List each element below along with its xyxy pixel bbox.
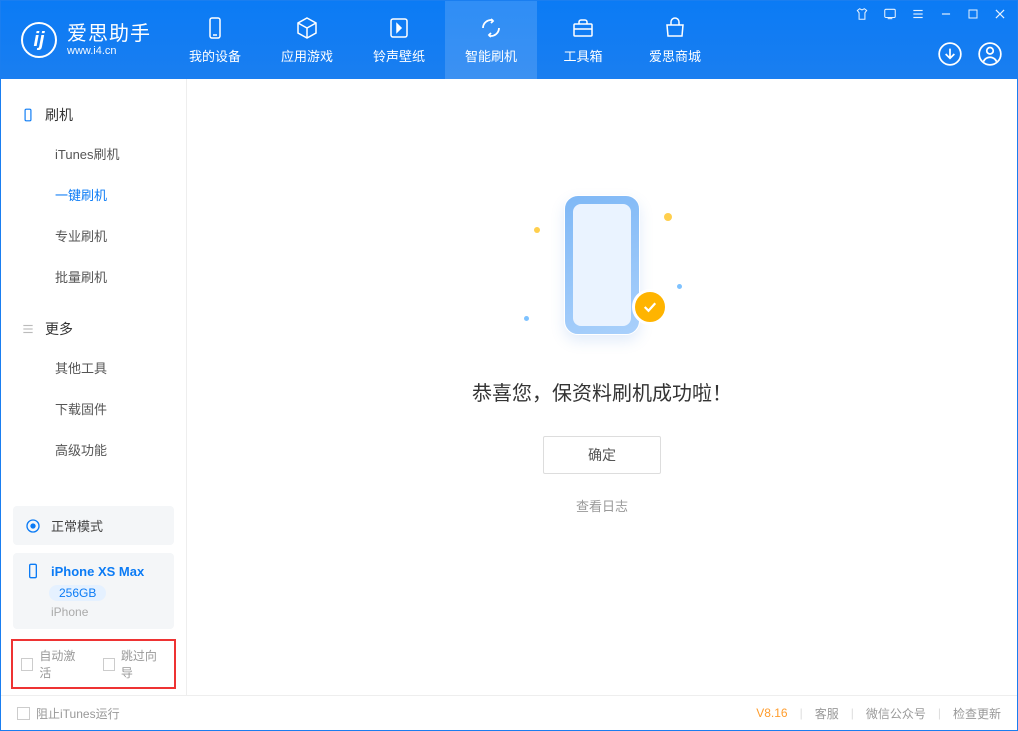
main-content: 恭喜您，保资料刷机成功啦！ 确定 查看日志: [187, 79, 1017, 695]
app-header: ij 爱思助手 www.i4.cn 我的设备 应用游戏 铃声壁纸 智能刷机 工具…: [1, 1, 1017, 79]
version-label: V8.16: [756, 706, 787, 720]
support-link[interactable]: 客服: [815, 705, 839, 722]
sparkle-icon: [664, 213, 672, 221]
mode-label: 正常模式: [51, 516, 103, 535]
store-icon: [663, 16, 687, 40]
options-row: 自动激活 跳过向导: [11, 639, 176, 689]
nav-tools[interactable]: 工具箱: [537, 1, 629, 79]
cube-icon: [295, 16, 319, 40]
phone-illustration-icon: [564, 195, 640, 335]
device-storage: 256GB: [49, 585, 106, 601]
auto-activate-checkbox[interactable]: 自动激活: [21, 647, 85, 681]
logo-text: 爱思助手 www.i4.cn: [67, 23, 151, 57]
sidebar: 刷机 iTunes刷机 一键刷机 专业刷机 批量刷机 更多 其他工具 下载固件 …: [1, 79, 187, 695]
section-more: 更多: [1, 311, 186, 347]
footer: 阻止iTunes运行 V8.16 | 客服 | 微信公众号 | 检查更新: [1, 695, 1017, 730]
device-top: iPhone XS Max: [25, 563, 162, 579]
toolbox-icon: [571, 16, 595, 40]
success-message: 恭喜您，保资料刷机成功啦！: [472, 377, 732, 406]
nav-device[interactable]: 我的设备: [169, 1, 261, 79]
logo-icon: ij: [21, 22, 57, 58]
footer-left: 阻止iTunes运行: [17, 705, 120, 722]
app-site: www.i4.cn: [67, 45, 151, 57]
feedback-icon[interactable]: [883, 7, 897, 21]
nav-tabs: 我的设备 应用游戏 铃声壁纸 智能刷机 工具箱 爱思商城: [169, 1, 721, 79]
skip-guide-checkbox[interactable]: 跳过向导: [103, 647, 167, 681]
minimize-icon[interactable]: [939, 7, 953, 21]
device-name: iPhone XS Max: [51, 564, 144, 579]
app-body: 刷机 iTunes刷机 一键刷机 专业刷机 批量刷机 更多 其他工具 下载固件 …: [1, 79, 1017, 695]
block-itunes-checkbox[interactable]: 阻止iTunes运行: [17, 705, 120, 722]
sidebar-item-pro[interactable]: 专业刷机: [1, 215, 186, 256]
user-icon[interactable]: [977, 41, 1003, 67]
refresh-icon: [479, 16, 503, 40]
shirt-icon[interactable]: [855, 7, 869, 21]
dot-icon: [677, 284, 682, 289]
dot-icon: [524, 316, 529, 321]
menu-icon[interactable]: [911, 7, 925, 21]
device-type: iPhone: [51, 605, 162, 619]
view-log-link[interactable]: 查看日志: [472, 496, 732, 515]
success-illustration: [512, 185, 692, 345]
phone-icon: [21, 108, 35, 122]
sidebar-item-itunes[interactable]: iTunes刷机: [1, 133, 186, 174]
wallpaper-icon: [387, 16, 411, 40]
ok-button[interactable]: 确定: [543, 436, 661, 474]
list-icon: [21, 322, 35, 336]
nav-flash[interactable]: 智能刷机: [445, 1, 537, 79]
wechat-link[interactable]: 微信公众号: [866, 705, 926, 722]
sidebar-item-other[interactable]: 其他工具: [1, 347, 186, 388]
nav-store[interactable]: 爱思商城: [629, 1, 721, 79]
logo-area: ij 爱思助手 www.i4.cn: [1, 1, 169, 79]
sidebar-item-firmware[interactable]: 下载固件: [1, 388, 186, 429]
sidebar-item-batch[interactable]: 批量刷机: [1, 256, 186, 297]
mode-card[interactable]: 正常模式: [13, 506, 174, 545]
nav-ring[interactable]: 铃声壁纸: [353, 1, 445, 79]
sparkle-icon: [534, 227, 540, 233]
footer-right: V8.16 | 客服 | 微信公众号 | 检查更新: [756, 705, 1001, 722]
window-controls: [855, 7, 1007, 21]
maximize-icon[interactable]: [967, 8, 979, 20]
sidebar-item-advanced[interactable]: 高级功能: [1, 429, 186, 470]
update-link[interactable]: 检查更新: [953, 705, 1001, 722]
success-panel: 恭喜您，保资料刷机成功啦！ 确定 查看日志: [472, 185, 732, 515]
mode-icon: [25, 518, 41, 534]
close-icon[interactable]: [993, 7, 1007, 21]
nav-apps[interactable]: 应用游戏: [261, 1, 353, 79]
sidebar-item-onekey[interactable]: 一键刷机: [1, 174, 186, 215]
app-title: 爱思助手: [67, 23, 151, 45]
section-flash: 刷机: [1, 97, 186, 133]
device-small-icon: [25, 563, 41, 579]
device-card[interactable]: iPhone XS Max 256GB iPhone: [13, 553, 174, 629]
download-icon[interactable]: [937, 41, 963, 67]
checkmark-icon: [632, 289, 668, 325]
device-icon: [203, 16, 227, 40]
header-actions: [937, 41, 1003, 67]
sidebar-bottom: 正常模式 iPhone XS Max 256GB iPhone 自动激活 跳过向…: [1, 498, 186, 695]
